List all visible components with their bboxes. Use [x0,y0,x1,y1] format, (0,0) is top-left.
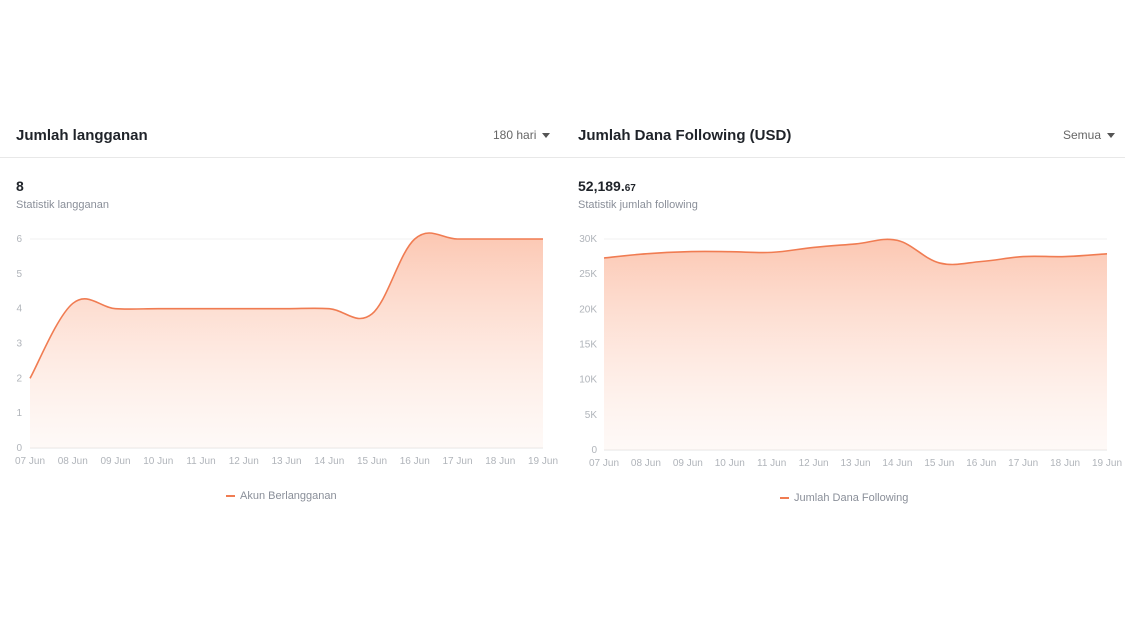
x-tick-label: 17 Jun [1008,458,1038,469]
y-tick-label: 30K [579,234,597,245]
y-tick-label: 0 [591,445,597,456]
x-tick-label: 18 Jun [1050,458,1080,469]
x-tick-label: 08 Jun [58,456,88,467]
y-tick-label: 6 [16,234,22,245]
x-tick-label: 10 Jun [143,456,173,467]
y-tick-label: 4 [16,304,22,315]
y-tick-label: 1 [16,408,22,419]
x-tick-label: 12 Jun [799,458,829,469]
x-tick-label: 17 Jun [442,456,472,467]
x-tick-label: 14 Jun [314,456,344,467]
legend-line-icon [780,497,789,499]
y-tick-label: 20K [579,304,597,315]
subscription-legend[interactable]: Akun Berlangganan [226,490,337,502]
following-fund-area-chart: 0 5K 10K 15K 20K 25K 30K 07 Jun 08 Jun 09 Jun 10 J… [579,234,1122,469]
x-tick-label: 11 Jun [186,456,215,467]
x-tick-label: 08 Jun [631,458,661,469]
x-tick-label: 10 Jun [715,458,745,469]
x-tick-label: 18 Jun [485,456,515,467]
subscription-legend-label: Akun Berlangganan [240,490,337,502]
x-tick-label: 13 Jun [840,458,870,469]
x-tick-label: 09 Jun [100,456,130,467]
x-tick-label: 16 Jun [966,458,996,469]
x-tick-label: 11 Jun [757,458,786,469]
y-tick-label: 10K [579,375,597,386]
y-tick-label: 15K [579,340,597,351]
y-tick-label: 25K [579,269,597,280]
following-legend-label: Jumlah Dana Following [794,492,909,504]
x-tick-label: 16 Jun [400,456,430,467]
x-tick-label: 15 Jun [357,456,387,467]
x-tick-label: 07 Jun [15,456,45,467]
x-tick-label: 12 Jun [229,456,259,467]
y-tick-label: 2 [16,373,22,384]
x-tick-label: 13 Jun [271,456,301,467]
x-tick-label: 19 Jun [528,456,558,467]
x-tick-label: 09 Jun [673,458,703,469]
legend-line-icon [226,495,235,497]
charts-canvas: 0 1 2 3 4 5 6 07 Jun 08 Jun 09 Jun 10 Jun 11 Jun 12 … [15,232,1122,469]
subscription-area-fill [30,233,543,448]
y-tick-label: 0 [16,443,22,454]
y-tick-label: 3 [16,339,22,350]
x-tick-label: 07 Jun [589,458,619,469]
subscription-area-chart: 0 1 2 3 4 5 6 07 Jun 08 Jun 09 Jun 10 Jun 11 Jun 12 … [15,232,558,467]
x-tick-label: 15 Jun [924,458,954,469]
following-area-fill [604,239,1107,450]
following-legend[interactable]: Jumlah Dana Following [780,492,908,504]
y-tick-label: 5K [585,410,598,421]
x-tick-label: 19 Jun [1092,458,1122,469]
y-tick-label: 5 [16,269,22,280]
x-tick-label: 14 Jun [882,458,912,469]
